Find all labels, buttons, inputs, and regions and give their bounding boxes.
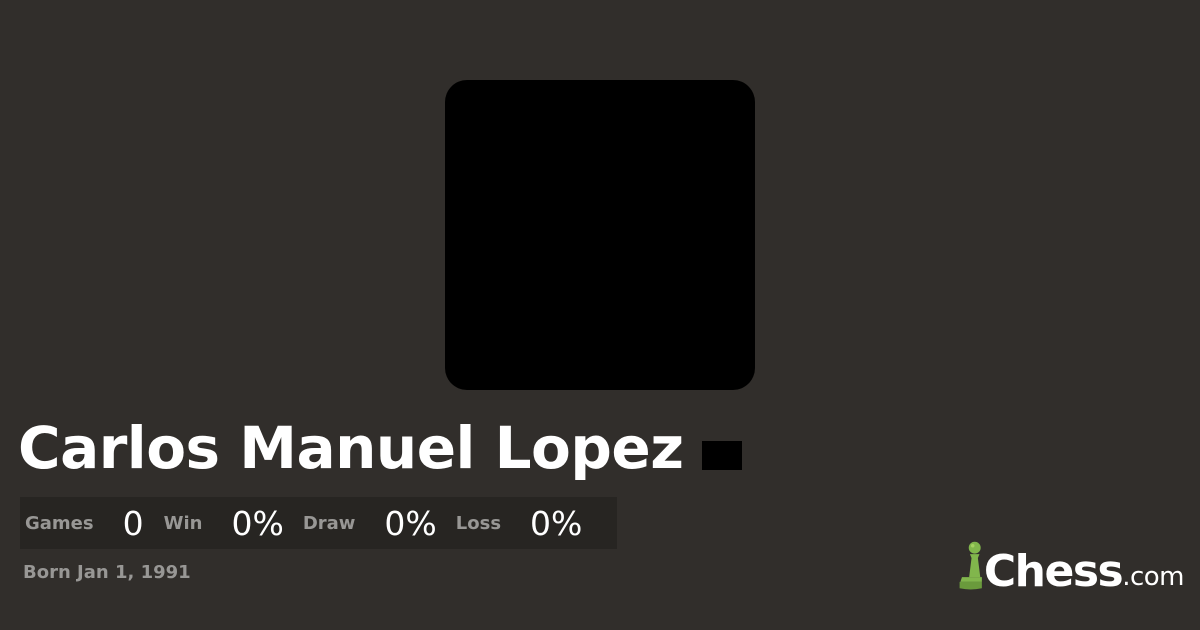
born-date: Born Jan 1, 1991 <box>23 562 191 583</box>
draw-value: 0% <box>384 503 437 543</box>
loss-label: Loss <box>455 512 502 534</box>
player-avatar <box>445 80 755 390</box>
brand-suffix: .com <box>1122 562 1184 592</box>
win-label: Win <box>163 512 203 534</box>
brand-name: Chess <box>983 546 1124 597</box>
pawn-icon <box>959 541 982 590</box>
win-value: 0% <box>231 503 284 543</box>
player-name-row: Carlos Manuel Lopez <box>18 410 742 486</box>
stats-bar: Games 0 Win 0% Draw 0% Loss 0% <box>20 497 617 549</box>
country-flag-icon <box>701 440 742 470</box>
loss-value: 0% <box>530 503 583 543</box>
games-value: 0 <box>122 503 144 543</box>
player-name: Carlos Manuel Lopez <box>18 414 684 482</box>
draw-label: Draw <box>302 512 356 534</box>
games-label: Games <box>25 512 94 534</box>
chess-com-logo: Chess .com <box>958 534 1184 598</box>
